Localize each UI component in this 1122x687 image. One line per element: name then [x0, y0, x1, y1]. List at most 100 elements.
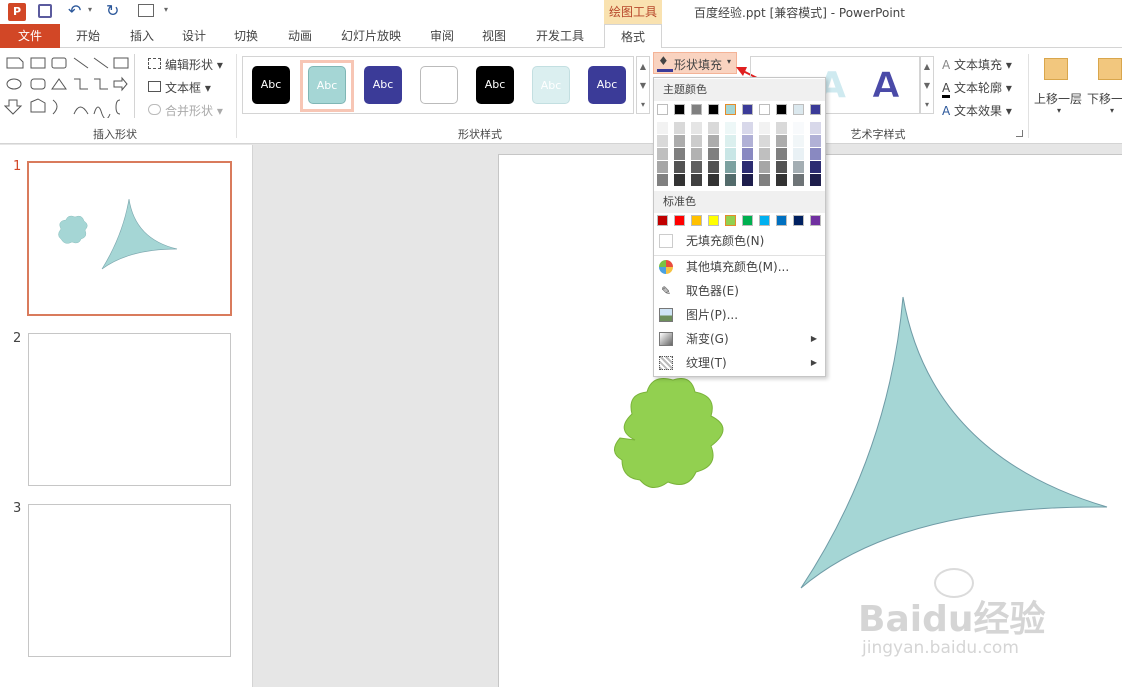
- shape-fill-button[interactable]: ♦ 形状填充 ▾: [653, 52, 737, 74]
- theme-shade-swatch[interactable]: [708, 122, 719, 134]
- bring-forward-button[interactable]: 上移一层: [1034, 90, 1082, 107]
- theme-color-swatch[interactable]: [657, 104, 668, 115]
- tab-animations[interactable]: 动画: [278, 24, 322, 48]
- shape-style-light-teal[interactable]: Abc: [308, 66, 346, 104]
- theme-shade-swatch[interactable]: [691, 161, 702, 173]
- theme-shade-swatch[interactable]: [759, 174, 770, 186]
- theme-shade-swatch[interactable]: [776, 148, 787, 160]
- standard-color-swatch[interactable]: [691, 215, 702, 226]
- theme-shade-swatch[interactable]: [810, 161, 821, 173]
- theme-shade-swatch[interactable]: [810, 135, 821, 147]
- wordart-style-outline[interactable]: A: [872, 65, 901, 106]
- slide-thumbnail-3[interactable]: [28, 504, 231, 657]
- tab-file[interactable]: 文件: [0, 24, 60, 48]
- slide-thumbnail-1[interactable]: [27, 161, 232, 316]
- theme-shade-swatch[interactable]: [776, 122, 787, 134]
- present-icon[interactable]: [138, 4, 154, 17]
- wordart-scroll[interactable]: ▲ ▼ ▾: [920, 56, 934, 114]
- tab-review[interactable]: 审阅: [420, 24, 464, 48]
- tab-insert[interactable]: 插入: [120, 24, 164, 48]
- theme-shade-swatch[interactable]: [674, 122, 685, 134]
- texture-fill-item[interactable]: 纹理(T) ▶: [654, 351, 825, 375]
- standard-color-swatch[interactable]: [708, 215, 719, 226]
- tab-view[interactable]: 视图: [472, 24, 516, 48]
- theme-shade-swatch[interactable]: [691, 174, 702, 186]
- bring-forward-dropdown-icon[interactable]: ▾: [1057, 106, 1061, 115]
- theme-shade-swatch[interactable]: [776, 174, 787, 186]
- theme-shade-swatch[interactable]: [657, 135, 668, 147]
- send-backward-dropdown-icon[interactable]: ▾: [1110, 106, 1114, 115]
- edit-shape-button[interactable]: 编辑形状 ▾: [148, 56, 223, 73]
- standard-color-swatch[interactable]: [776, 215, 787, 226]
- theme-color-swatch[interactable]: [708, 104, 719, 115]
- theme-shade-swatch[interactable]: [657, 174, 668, 186]
- theme-shade-swatch[interactable]: [657, 122, 668, 134]
- picture-fill-item[interactable]: 图片(P)...: [654, 303, 825, 327]
- tab-developer[interactable]: 开发工具: [528, 24, 592, 48]
- theme-shade-swatch[interactable]: [674, 174, 685, 186]
- theme-shade-swatch[interactable]: [691, 148, 702, 160]
- eyedropper-item[interactable]: ✎ 取色器(E): [654, 279, 825, 303]
- shape-style-navy[interactable]: Abc: [364, 66, 402, 104]
- tab-home[interactable]: 开始: [66, 24, 110, 48]
- theme-shade-swatch[interactable]: [793, 148, 804, 160]
- standard-color-swatch[interactable]: [759, 215, 770, 226]
- customize-qat-icon[interactable]: ▾: [164, 5, 168, 14]
- gradient-fill-item[interactable]: 渐变(G) ▶: [654, 327, 825, 351]
- no-fill-item[interactable]: 无填充颜色(N): [654, 229, 825, 253]
- theme-shade-swatch[interactable]: [793, 135, 804, 147]
- theme-shade-swatch[interactable]: [657, 148, 668, 160]
- triangle-shape[interactable]: [800, 296, 1108, 589]
- theme-shade-swatch[interactable]: [691, 122, 702, 134]
- theme-shade-swatch[interactable]: [810, 122, 821, 134]
- theme-shade-swatch[interactable]: [810, 174, 821, 186]
- theme-shade-swatch[interactable]: [657, 161, 668, 173]
- shape-style-pale-teal[interactable]: Abc: [532, 66, 570, 104]
- standard-color-swatch[interactable]: [725, 215, 736, 226]
- shapes-gallery-scroll[interactable]: [134, 54, 144, 118]
- theme-color-swatch[interactable]: [776, 104, 787, 115]
- standard-color-swatch[interactable]: [657, 215, 668, 226]
- theme-color-swatch[interactable]: [810, 104, 821, 115]
- tab-format[interactable]: 格式: [604, 24, 662, 49]
- shape-styles-scroll[interactable]: ▲ ▼ ▾: [636, 56, 650, 114]
- wordart-dialog-launcher-icon[interactable]: [1016, 130, 1023, 137]
- theme-shade-swatch[interactable]: [725, 161, 736, 173]
- undo-dropdown-icon[interactable]: ▾: [88, 5, 92, 14]
- theme-shade-swatch[interactable]: [742, 161, 753, 173]
- theme-color-swatch[interactable]: [742, 104, 753, 115]
- theme-shade-swatch[interactable]: [708, 135, 719, 147]
- theme-shade-swatch[interactable]: [674, 135, 685, 147]
- theme-shade-swatch[interactable]: [759, 148, 770, 160]
- theme-shade-swatch[interactable]: [742, 122, 753, 134]
- theme-shade-swatch[interactable]: [674, 161, 685, 173]
- theme-shade-swatch[interactable]: [776, 135, 787, 147]
- shape-style-black-2[interactable]: Abc: [476, 66, 514, 104]
- theme-shade-swatch[interactable]: [725, 174, 736, 186]
- standard-color-swatch[interactable]: [742, 215, 753, 226]
- standard-color-swatch[interactable]: [674, 215, 685, 226]
- shape-style-navy-2[interactable]: Abc: [588, 66, 626, 104]
- theme-color-swatch[interactable]: [725, 104, 736, 115]
- tab-transitions[interactable]: 切换: [224, 24, 268, 48]
- theme-shade-swatch[interactable]: [725, 122, 736, 134]
- theme-shade-swatch[interactable]: [742, 135, 753, 147]
- cloud-shape[interactable]: [614, 378, 724, 488]
- theme-shade-swatch[interactable]: [759, 135, 770, 147]
- theme-shade-swatch[interactable]: [708, 174, 719, 186]
- theme-shade-swatch[interactable]: [759, 122, 770, 134]
- shape-style-white[interactable]: [420, 66, 458, 104]
- standard-color-swatch[interactable]: [793, 215, 804, 226]
- theme-shade-swatch[interactable]: [793, 174, 804, 186]
- theme-color-swatch[interactable]: [674, 104, 685, 115]
- theme-shade-swatch[interactable]: [793, 122, 804, 134]
- text-box-button[interactable]: 文本框 ▾: [148, 79, 211, 96]
- theme-shade-swatch[interactable]: [810, 148, 821, 160]
- theme-shade-swatch[interactable]: [725, 135, 736, 147]
- theme-shade-swatch[interactable]: [742, 174, 753, 186]
- theme-color-swatch[interactable]: [759, 104, 770, 115]
- redo-icon[interactable]: ↻: [106, 1, 119, 20]
- theme-shade-swatch[interactable]: [708, 148, 719, 160]
- theme-shade-swatch[interactable]: [759, 161, 770, 173]
- text-outline-button[interactable]: A 文本轮廓 ▾: [942, 79, 1012, 98]
